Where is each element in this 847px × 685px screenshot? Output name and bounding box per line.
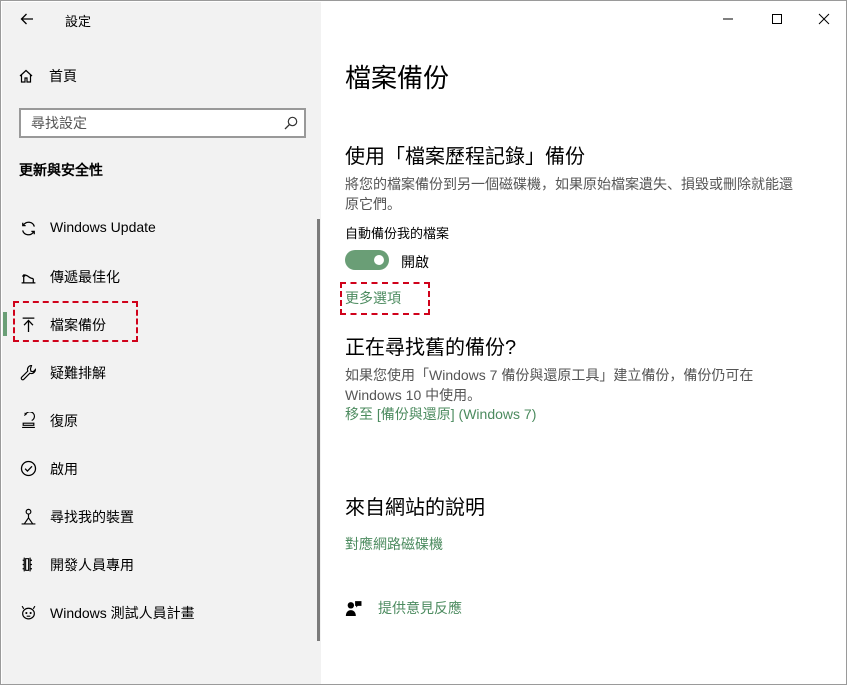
recovery-icon — [19, 411, 37, 429]
web-help-title: 來自網站的說明 — [345, 497, 485, 519]
search-box[interactable] — [19, 108, 306, 138]
sidebar: 設定 首頁 更新與安全性 Windows Update 傳遞最佳化 — [2, 2, 321, 684]
sidebar-item-label: 疑難排解 — [50, 365, 106, 381]
main-content: 檔案備份 使用「檔案歷程記錄」備份 將您的檔案備份到另一個磁碟機，如果原始檔案遺… — [321, 2, 846, 684]
more-options-link[interactable]: 更多選項 — [345, 288, 401, 308]
sidebar-item-find-my-device[interactable]: 尋找我的裝置 — [3, 496, 319, 536]
sidebar-item-label: Windows 測試人員計畫 — [50, 605, 195, 621]
settings-window: 設定 首頁 更新與安全性 Windows Update 傳遞最佳化 — [0, 0, 847, 685]
feedback-label: 提供意見反應 — [378, 600, 462, 616]
sidebar-item-for-developers[interactable]: 開發人員專用 — [3, 544, 319, 584]
sidebar-item-label: 開發人員專用 — [50, 557, 134, 573]
home-icon — [19, 69, 33, 83]
file-history-title: 使用「檔案歷程記錄」備份 — [345, 146, 585, 168]
older-backup-title: 正在尋找舊的備份? — [345, 337, 517, 359]
sidebar-item-delivery-optimization[interactable]: 傳遞最佳化 — [3, 256, 319, 296]
sidebar-item-label: 檔案備份 — [50, 317, 106, 333]
toggle-knob — [374, 255, 384, 265]
back-button[interactable] — [14, 6, 40, 32]
older-backup-description: 如果您使用「Windows 7 備份與還原工具」建立備份，備份仍可在 Windo… — [345, 367, 754, 403]
find-device-icon — [19, 507, 37, 525]
minimize-icon — [723, 18, 733, 20]
page-title: 檔案備份 — [345, 63, 450, 93]
maximize-button[interactable] — [764, 6, 790, 32]
auto-backup-label: 自動備份我的檔案 — [345, 226, 450, 241]
sidebar-item-label: 傳遞最佳化 — [50, 269, 120, 285]
sidebar-item-troubleshoot[interactable]: 疑難排解 — [3, 352, 319, 392]
sidebar-item-file-backup[interactable]: 檔案備份 — [3, 304, 319, 344]
give-feedback-link[interactable]: 提供意見反應 — [345, 598, 462, 618]
search-icon[interactable] — [283, 115, 299, 131]
backup-arrow-icon — [19, 315, 37, 333]
sidebar-item-label: Windows Update — [50, 219, 156, 235]
sidebar-item-label: 復原 — [50, 413, 78, 429]
backup-restore-link[interactable]: 移至 [備份與還原] (Windows 7) — [345, 404, 536, 424]
sidebar-item-label: 啟用 — [50, 461, 78, 477]
sidebar-item-label: 尋找我的裝置 — [50, 509, 134, 525]
sidebar-scrollbar[interactable] — [317, 219, 320, 641]
home-nav-item[interactable]: 首頁 — [18, 64, 77, 88]
file-history-description: 將您的檔案備份到另一個磁碟機，如果原始檔案遺失、損毀或刪除就能還原它們。 — [345, 176, 793, 212]
toggle-state-label: 開啟 — [401, 254, 429, 270]
sync-icon — [19, 219, 37, 237]
maximize-icon — [772, 14, 782, 24]
wrench-icon — [19, 363, 37, 381]
arrow-left-icon — [20, 13, 33, 25]
insider-icon — [19, 603, 37, 621]
delivery-optimization-icon — [19, 267, 37, 285]
close-button[interactable] — [811, 6, 837, 32]
minimize-button[interactable] — [715, 6, 741, 32]
sidebar-item-recovery[interactable]: 復原 — [3, 400, 319, 440]
auto-backup-toggle[interactable] — [345, 250, 389, 270]
sidebar-item-activation[interactable]: 啟用 — [3, 448, 319, 488]
developer-icon — [19, 555, 37, 573]
map-network-drive-link[interactable]: 對應網路磁碟機 — [345, 534, 443, 554]
check-circle-icon — [19, 459, 37, 477]
section-header: 更新與安全性 — [19, 162, 103, 178]
close-icon — [818, 13, 830, 25]
sidebar-item-windows-insider[interactable]: Windows 測試人員計畫 — [3, 592, 319, 632]
sidebar-item-windows-update[interactable]: Windows Update — [3, 208, 319, 248]
app-title: 設定 — [65, 14, 92, 29]
home-label: 首頁 — [49, 68, 77, 84]
feedback-icon — [345, 600, 362, 616]
search-input[interactable] — [21, 110, 271, 136]
